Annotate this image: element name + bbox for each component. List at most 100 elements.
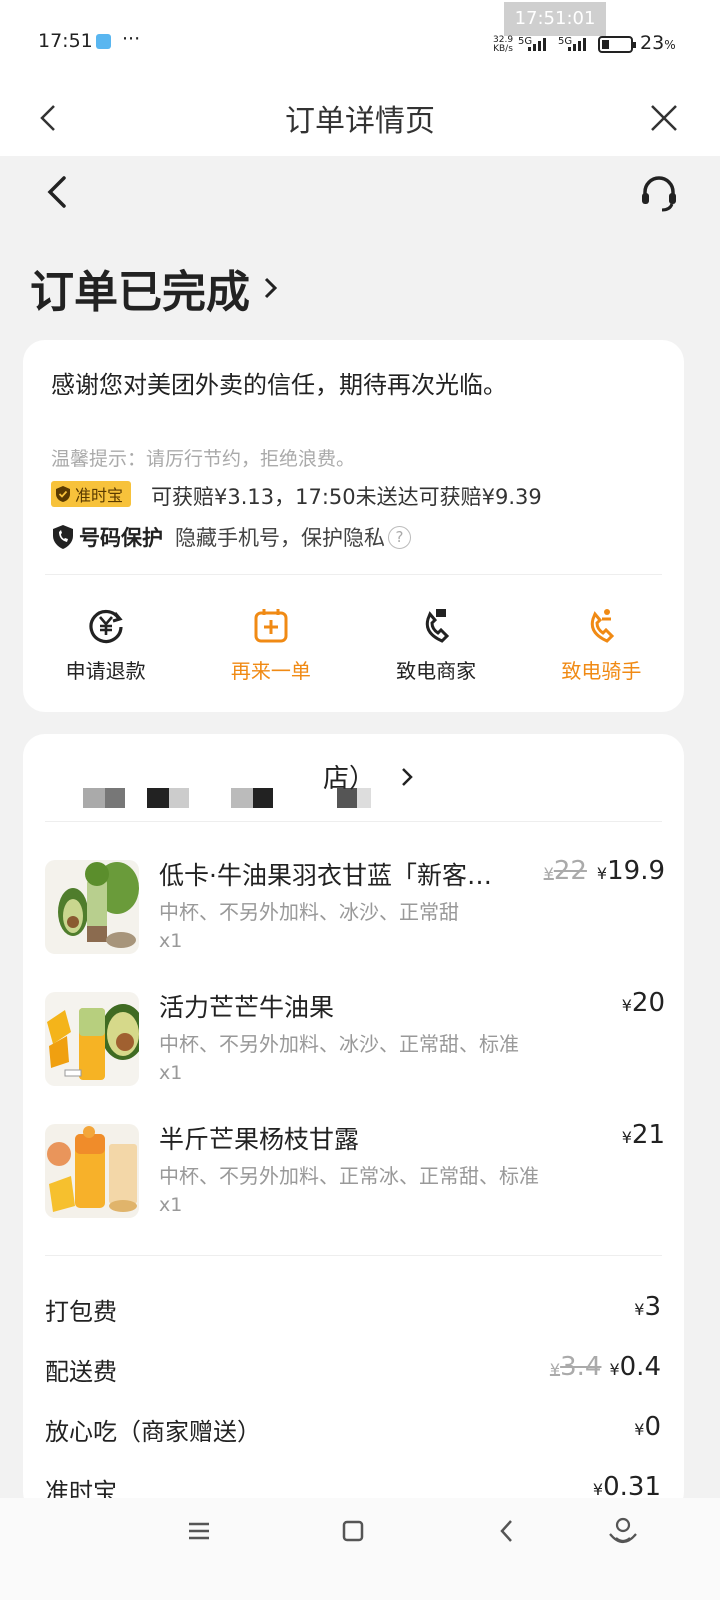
battery-percent: 23% (640, 32, 676, 54)
item-image (45, 992, 139, 1086)
order-items-card: 店） 低卡·牛油果羽衣甘蓝「新客… 中杯、不另外加料、冰沙、正常甜 x1 ¥22… (23, 734, 684, 1514)
battery-icon (598, 36, 636, 53)
item-name: 半斤芒果杨枝甘露 (159, 1125, 360, 1154)
shop-name[interactable]: 店） (323, 758, 415, 795)
net-speed-unit: KB/s (493, 44, 513, 54)
reorder-label: 再来一单 (230, 659, 311, 683)
ontime-badge: 准时宝 (51, 481, 132, 507)
reorder-button[interactable]: 再来一单 (188, 605, 353, 684)
customer-service-icon[interactable] (636, 170, 682, 216)
item-name: 低卡·牛油果羽衣甘蓝「新客… (159, 861, 492, 890)
status-bar: 17:51 ··· 17:51:01 32.9 KB/s 5G 5G 23% (0, 0, 720, 80)
order-status-title[interactable]: 订单已完成 (30, 256, 282, 320)
currency-symbol: ¥ (543, 864, 554, 883)
item-name: 活力芒芒牛油果 (159, 993, 335, 1022)
phone-shield-icon (53, 525, 73, 549)
screenshot-timestamp: 17:51:01 (504, 2, 606, 36)
currency-symbol: ¥ (634, 1420, 645, 1439)
waste-tip: 温馨提示：请厉行节约，拒绝浪费。 (51, 448, 356, 470)
fee-original-amount: ¥3.4 (550, 1352, 602, 1382)
fee-row: 放心吃（商家赠送） ¥0 (45, 1412, 661, 1447)
shop-name-text: 店） (323, 764, 376, 794)
card-divider (45, 574, 662, 575)
redacted-block (83, 788, 105, 808)
redacted-block (169, 788, 189, 808)
phone-rider-icon (591, 609, 615, 643)
reorder-icon (254, 609, 288, 643)
fee-amount: ¥3.4 ¥0.4 (550, 1352, 661, 1387)
refund-icon (89, 609, 123, 644)
currency-symbol: ¥ (634, 1300, 645, 1319)
items-divider (45, 1255, 662, 1256)
compensation-info: 可获赔¥3.13，17:50未送达可获赔¥9.39 (151, 485, 542, 509)
network-speed: 32.9 KB/s (493, 36, 513, 54)
currency-symbol: ¥ (621, 996, 632, 1015)
fee-label: 打包费 (45, 1298, 117, 1326)
fee-amount-value: 3 (644, 1292, 661, 1322)
ontime-badge-label: 准时宝 (75, 486, 124, 505)
thanks-message: 感谢您对美团外卖的信任，期待再次光临。 (51, 371, 507, 399)
signal-bars-2-icon (568, 38, 586, 51)
item-spec: 中杯、不另外加料、正常冰、正常甜、标准 (159, 1164, 539, 1188)
item-qty: x1 (159, 930, 183, 952)
fee-amount-value: 0 (644, 1412, 661, 1442)
price-value: 19.9 (607, 856, 665, 886)
fee-row: 打包费 ¥3 (45, 1292, 661, 1327)
notification-app-icon (96, 34, 111, 49)
battery-percent-value: 23 (640, 32, 665, 54)
nav-back-icon[interactable] (494, 1516, 520, 1546)
currency-symbol: ¥ (549, 1360, 561, 1379)
fee-amount: ¥0 (634, 1412, 661, 1447)
redacted-block (253, 788, 273, 808)
item-image (45, 1124, 139, 1218)
price-value: 21 (631, 1120, 665, 1150)
fee-amount: ¥3 (634, 1292, 661, 1327)
price-value: 20 (631, 988, 665, 1018)
more-notifications-icon: ··· (122, 28, 141, 50)
fee-label: 放心吃（商家赠送） (45, 1418, 261, 1446)
refund-button[interactable]: 申请退款 (23, 605, 188, 684)
privacy-title: 号码保护 (79, 526, 163, 550)
system-nav-bar (0, 1498, 720, 1600)
close-icon[interactable] (642, 96, 686, 140)
redacted-block (105, 788, 125, 808)
order-item[interactable]: 活力芒芒牛油果 中杯、不另外加料、冰沙、正常甜、标准 x1 ¥20 (45, 988, 665, 1102)
currency-symbol: ¥ (596, 864, 608, 883)
order-item[interactable]: 半斤芒果杨枝甘露 中杯、不另外加料、正常冰、正常甜、标准 x1 ¥21 (45, 1120, 665, 1234)
call-merchant-button[interactable]: 致电商家 (354, 605, 519, 684)
refund-label: 申请退款 (65, 659, 146, 683)
order-info-card: 感谢您对美团外卖的信任，期待再次光临。 温馨提示：请厉行节约，拒绝浪费。 准时宝… (23, 340, 684, 712)
item-price: ¥22 ¥19.9 (544, 856, 665, 886)
order-status-text: 订单已完成 (30, 267, 250, 318)
fee-row: 配送费 ¥3.4 ¥0.4 (45, 1352, 661, 1387)
assistant-icon[interactable] (606, 1516, 640, 1550)
call-rider-label: 致电骑手 (561, 659, 642, 683)
help-icon[interactable]: ? (388, 525, 411, 549)
battery-percent-unit: % (664, 38, 676, 52)
shop-divider (45, 821, 662, 822)
item-spec: 中杯、不另外加料、冰沙、正常甜 (159, 900, 459, 924)
redacted-block (231, 788, 253, 808)
item-qty: x1 (159, 1062, 183, 1084)
order-actions: 申请退款 再来一单 致电商家 致电骑手 (23, 605, 684, 684)
shop-header[interactable] (83, 762, 483, 808)
item-qty: x1 (159, 1194, 183, 1216)
number-protection[interactable]: 号码保护 隐藏手机号，保护隐私 ? (51, 522, 411, 552)
chevron-right-icon (402, 767, 413, 786)
call-merchant-label: 致电商家 (396, 659, 477, 683)
order-back-icon[interactable] (36, 170, 80, 214)
signal-bars-1-icon (528, 38, 546, 51)
order-item[interactable]: 低卡·牛油果羽衣甘蓝「新客… 中杯、不另外加料、冰沙、正常甜 x1 ¥22 ¥19… (45, 856, 665, 970)
page-title: 订单详情页 (285, 104, 435, 139)
call-rider-button[interactable]: 致电骑手 (519, 605, 684, 684)
status-time: 17:51 (38, 30, 93, 52)
currency-symbol: ¥ (592, 1480, 604, 1499)
fee-original-value: 3.4 (560, 1352, 602, 1382)
privacy-desc: 隐藏手机号，保护隐私 (175, 526, 385, 550)
item-original-price: ¥22 (544, 856, 587, 886)
home-icon[interactable] (340, 1516, 366, 1546)
menu-icon[interactable] (186, 1516, 212, 1546)
redacted-block (147, 788, 169, 808)
shield-icon (56, 486, 70, 502)
item-price: ¥21 (622, 1120, 665, 1150)
